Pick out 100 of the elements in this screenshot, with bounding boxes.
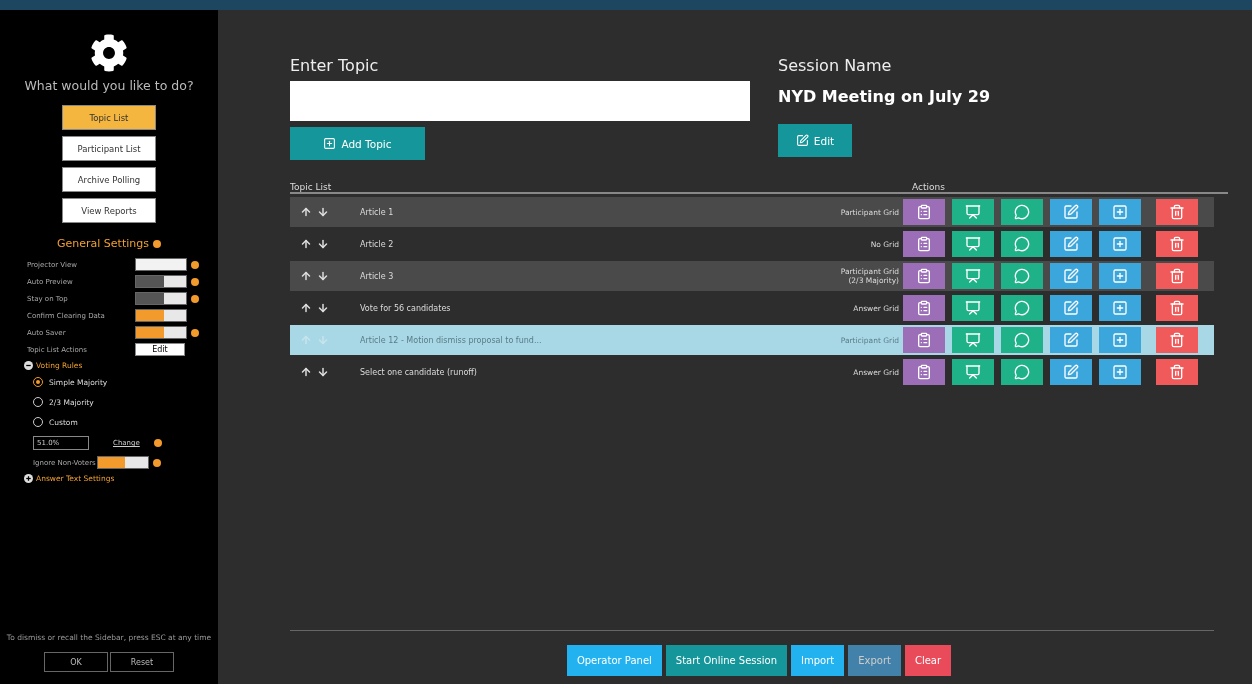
clipboard-button[interactable] bbox=[903, 263, 945, 289]
info-icon[interactable] bbox=[191, 294, 199, 303]
nav-button[interactable]: Participant List bbox=[62, 136, 156, 161]
board-button[interactable] bbox=[952, 359, 994, 385]
sidebar-button[interactable]: Reset bbox=[110, 652, 174, 672]
delete-button[interactable] bbox=[1156, 295, 1198, 321]
board-button[interactable] bbox=[952, 263, 994, 289]
speech-bubble-button[interactable] bbox=[1001, 327, 1043, 353]
move-down-icon[interactable] bbox=[317, 366, 329, 378]
move-up-icon[interactable] bbox=[300, 366, 312, 378]
edit-icon bbox=[1063, 332, 1079, 348]
plus-square-icon bbox=[1112, 364, 1128, 380]
delete-icon bbox=[1169, 332, 1185, 348]
speech-bubble-button[interactable] bbox=[1001, 199, 1043, 225]
edit-button[interactable] bbox=[1050, 359, 1092, 385]
clipboard-button[interactable] bbox=[903, 359, 945, 385]
plus-square-icon bbox=[1112, 236, 1128, 252]
plus-square-icon bbox=[1112, 300, 1128, 316]
nav-button[interactable]: Archive Polling bbox=[62, 167, 156, 192]
section-title: General Settings bbox=[57, 237, 149, 250]
delete-button[interactable] bbox=[1156, 263, 1198, 289]
plus-square-button[interactable] bbox=[1099, 359, 1141, 385]
board-icon bbox=[965, 364, 981, 380]
delete-button[interactable] bbox=[1156, 327, 1198, 353]
column-header: Actions bbox=[912, 182, 945, 192]
info-icon[interactable] bbox=[191, 277, 199, 286]
board-button[interactable] bbox=[952, 199, 994, 225]
speech-bubble-button[interactable] bbox=[1001, 295, 1043, 321]
topic-title: Article 1 bbox=[360, 207, 395, 217]
toggle-switch[interactable] bbox=[97, 456, 149, 469]
toggle-switch[interactable] bbox=[135, 326, 187, 339]
edit-button[interactable]: Edit bbox=[135, 343, 185, 356]
info-icon[interactable] bbox=[191, 328, 199, 337]
add-topic-button[interactable]: Add Topic bbox=[290, 127, 425, 160]
board-button[interactable] bbox=[952, 231, 994, 257]
edit-button[interactable] bbox=[1050, 231, 1092, 257]
move-down-icon[interactable] bbox=[317, 270, 329, 282]
edit-button[interactable]: Edit bbox=[778, 124, 852, 157]
toggle-switch[interactable] bbox=[135, 292, 187, 305]
info-icon[interactable] bbox=[153, 458, 161, 467]
topic-title: Select one candidate (runoff) bbox=[360, 367, 478, 377]
delete-icon bbox=[1169, 300, 1185, 316]
clipboard-icon bbox=[916, 236, 932, 252]
expand-icon[interactable] bbox=[24, 473, 33, 483]
sidebar-heading: What would you like to do? bbox=[23, 78, 195, 93]
settings-icon bbox=[90, 34, 128, 72]
delete-button[interactable] bbox=[1156, 199, 1198, 225]
delete-button[interactable] bbox=[1156, 359, 1198, 385]
clipboard-icon bbox=[916, 332, 932, 348]
clipboard-button[interactable] bbox=[903, 295, 945, 321]
collapse-icon[interactable] bbox=[24, 360, 33, 370]
delete-icon bbox=[1169, 268, 1185, 284]
edit-button[interactable] bbox=[1050, 263, 1092, 289]
plus-square-button[interactable] bbox=[1099, 263, 1141, 289]
plus-square-button[interactable] bbox=[1099, 231, 1141, 257]
topic-title: Article 3 bbox=[360, 271, 395, 281]
info-icon[interactable] bbox=[191, 260, 199, 269]
move-up-icon[interactable] bbox=[300, 238, 312, 250]
nav-button[interactable]: View Reports bbox=[62, 198, 156, 223]
sidebar-button[interactable]: OK bbox=[44, 652, 108, 672]
clipboard-button[interactable] bbox=[903, 231, 945, 257]
edit-button[interactable] bbox=[1050, 199, 1092, 225]
speech-bubble-icon bbox=[1014, 268, 1030, 284]
speech-bubble-button[interactable] bbox=[1001, 263, 1043, 289]
clipboard-button[interactable] bbox=[903, 199, 945, 225]
edit-button[interactable] bbox=[1050, 295, 1092, 321]
plus-square-button[interactable] bbox=[1099, 199, 1141, 225]
info-icon[interactable] bbox=[153, 239, 161, 248]
clipboard-icon bbox=[916, 204, 932, 220]
move-down-icon[interactable] bbox=[317, 206, 329, 218]
move-up-icon[interactable] bbox=[300, 206, 312, 218]
move-down-icon[interactable] bbox=[317, 238, 329, 250]
clipboard-icon bbox=[916, 268, 932, 284]
plus-square-button[interactable] bbox=[1099, 327, 1141, 353]
field-label: Session Name bbox=[778, 56, 893, 75]
clipboard-button[interactable] bbox=[903, 327, 945, 353]
edit-icon bbox=[1063, 204, 1079, 220]
board-button[interactable] bbox=[952, 327, 994, 353]
footer-button[interactable]: Clear bbox=[904, 645, 952, 676]
plus-square-icon bbox=[323, 137, 337, 150]
nav-button[interactable]: Topic List bbox=[62, 105, 156, 130]
edit-button[interactable] bbox=[1050, 327, 1092, 353]
delete-button[interactable] bbox=[1156, 231, 1198, 257]
info-icon[interactable] bbox=[153, 439, 162, 447]
move-down-icon[interactable] bbox=[317, 302, 329, 314]
speech-bubble-icon bbox=[1014, 204, 1030, 220]
speech-bubble-button[interactable] bbox=[1001, 231, 1043, 257]
board-button[interactable] bbox=[952, 295, 994, 321]
speech-bubble-button[interactable] bbox=[1001, 359, 1043, 385]
footer-button[interactable]: Start Online Session bbox=[665, 645, 787, 676]
toggle-switch[interactable] bbox=[135, 258, 187, 271]
toggle-switch[interactable] bbox=[135, 275, 187, 288]
board-icon bbox=[965, 236, 981, 252]
move-up-icon[interactable] bbox=[300, 302, 312, 314]
toggle-switch[interactable] bbox=[135, 309, 187, 322]
topic-input-field[interactable] bbox=[290, 81, 750, 121]
session-name: NYD Meeting on July 29 bbox=[778, 87, 991, 106]
move-up-icon[interactable] bbox=[300, 270, 312, 282]
column-header: Topic List bbox=[290, 182, 333, 192]
plus-square-button[interactable] bbox=[1099, 295, 1141, 321]
